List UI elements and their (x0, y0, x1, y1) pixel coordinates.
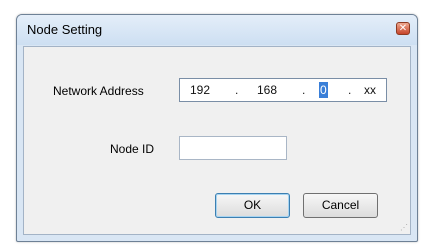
close-icon: ✕ (398, 23, 408, 34)
cancel-button[interactable]: Cancel (303, 193, 378, 218)
close-button[interactable]: ✕ (396, 22, 410, 35)
dialog-client-area: Network Address 192 . 168 . 0 . xx Node … (23, 46, 411, 235)
node-id-label: Node ID (110, 142, 155, 156)
ip-separator: . (302, 83, 306, 97)
network-address-label: Network Address (53, 84, 144, 98)
title-bar[interactable]: Node Setting ✕ (17, 15, 417, 45)
ok-button[interactable]: OK (215, 193, 290, 218)
ip-address-input[interactable]: 192 . 168 . 0 . xx (179, 78, 387, 102)
window-title: Node Setting (27, 22, 103, 37)
resize-grip-icon[interactable]: ⋰ (400, 224, 408, 232)
node-id-field[interactable] (179, 136, 287, 160)
ip-octet-4[interactable]: xx (364, 82, 376, 98)
ip-separator: . (348, 83, 352, 97)
ip-octet-2[interactable]: 168 (257, 82, 277, 98)
node-setting-dialog: Node Setting ✕ Network Address 192 . 168… (16, 14, 418, 242)
ip-separator: . (235, 83, 239, 97)
ip-octet-3[interactable]: 0 (319, 82, 328, 98)
ip-octet-1[interactable]: 192 (190, 82, 210, 98)
